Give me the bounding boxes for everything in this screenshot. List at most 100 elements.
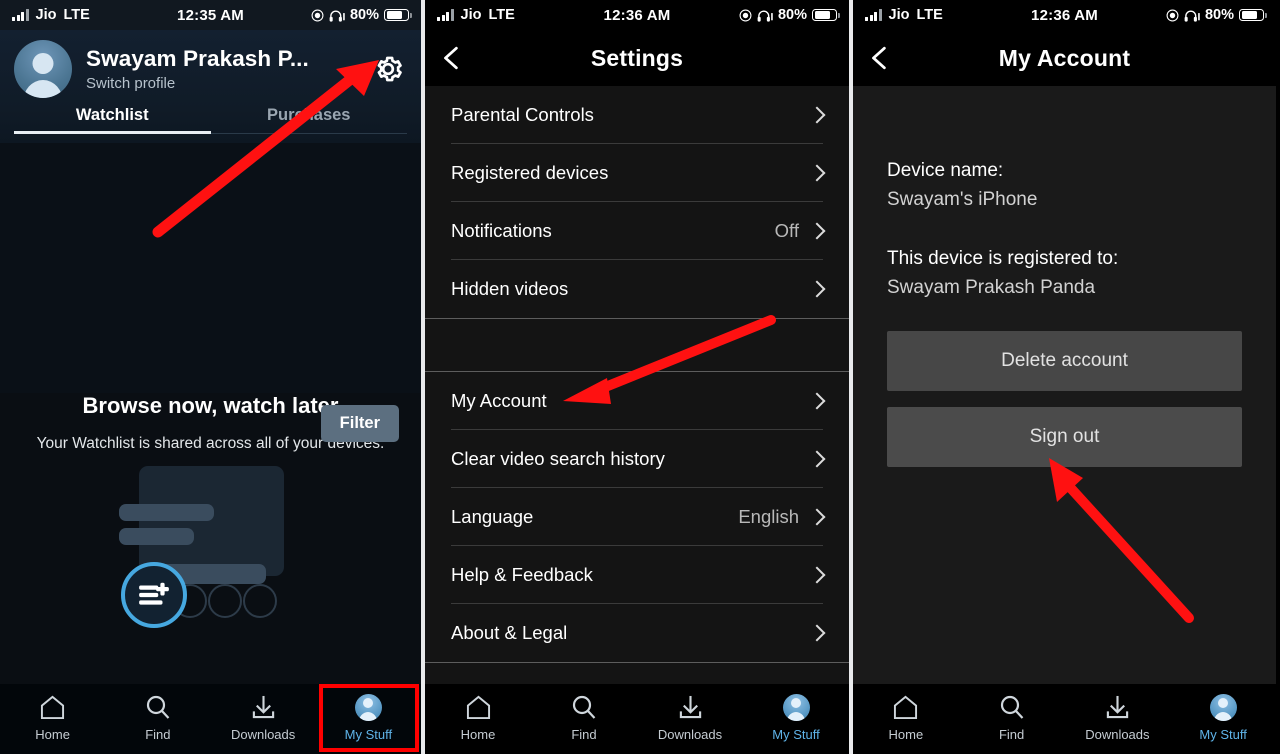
three-panel-screenshot: Jio LTE 12:35 AM 80% Swayam Prakash P...… xyxy=(0,0,1280,754)
row-label: Clear video search history xyxy=(451,447,665,469)
settings-row-my-account[interactable]: My Account xyxy=(451,372,826,430)
profile-tabs: Watchlist Purchases xyxy=(14,106,407,134)
chevron-right-icon xyxy=(808,222,826,239)
tab-label: Find xyxy=(571,727,597,742)
tab-my-stuff[interactable]: My Stuff xyxy=(743,692,849,742)
settings-navbar: Settings xyxy=(425,30,849,86)
settings-row-clear-search-history[interactable]: Clear video search history xyxy=(451,430,826,488)
settings-row-about-legal[interactable]: About & Legal xyxy=(451,604,826,662)
tab-home[interactable]: Home xyxy=(853,692,959,742)
add-to-watchlist-icon xyxy=(120,562,187,628)
settings-row-parental-controls[interactable]: Parental Controls xyxy=(451,86,826,144)
settings-gear-button[interactable] xyxy=(371,52,405,86)
profile-avatar-icon xyxy=(782,692,810,722)
bottom-tab-bar-panel1: Home Find Downloads My Stuff xyxy=(0,684,421,754)
art-line xyxy=(118,528,194,545)
tab-purchases[interactable]: Purchases xyxy=(211,106,408,134)
settings-row-registered-devices[interactable]: Registered devices xyxy=(451,144,826,202)
gear-icon xyxy=(377,56,402,82)
status-right: 80% xyxy=(739,7,840,23)
settings-row-help-feedback[interactable]: Help & Feedback xyxy=(451,546,826,604)
delete-account-button[interactable]: Delete account xyxy=(887,330,1242,391)
chevron-right-icon xyxy=(808,450,826,467)
tab-label: My Stuff xyxy=(772,727,820,742)
tab-label: My Stuff xyxy=(344,727,393,742)
chevron-right-icon xyxy=(808,164,826,181)
page-title: My Account xyxy=(998,44,1131,71)
row-label: Hidden videos xyxy=(451,278,569,299)
settings-row-notifications[interactable]: Notifications Off xyxy=(451,202,826,260)
tab-downloads[interactable]: Downloads xyxy=(637,692,743,742)
panel-my-account: Jio LTE 12:36 AM 80% My Account Device n… xyxy=(849,0,1276,754)
tab-downloads[interactable]: Downloads xyxy=(211,692,316,742)
location-icon xyxy=(1166,9,1179,21)
search-icon xyxy=(571,692,597,722)
row-label: Parental Controls xyxy=(451,103,594,125)
download-icon xyxy=(1104,692,1131,722)
headphones-icon xyxy=(1184,10,1200,22)
tab-label: Find xyxy=(998,727,1025,742)
chevron-right-icon xyxy=(808,566,826,583)
battery-icon xyxy=(384,8,412,22)
row-label: Language xyxy=(451,505,534,527)
battery-icon xyxy=(1239,8,1267,22)
chevron-right-icon xyxy=(808,280,826,298)
registered-to-label: This device is registered to: xyxy=(887,247,1119,269)
location-icon xyxy=(739,9,752,21)
download-icon xyxy=(677,692,704,722)
tab-find[interactable]: Find xyxy=(531,692,637,742)
status-right: 80% xyxy=(1166,7,1267,23)
home-icon xyxy=(892,692,919,722)
panel-settings: Jio LTE 12:36 AM 80% Settings Parental C… xyxy=(421,0,849,754)
home-icon xyxy=(465,692,492,722)
battery-percent: 80% xyxy=(349,7,379,23)
settings-group-1: Parental Controls Registered devices Not… xyxy=(425,86,849,318)
add-to-list-glyph xyxy=(138,582,169,605)
page-title: Settings xyxy=(590,44,684,71)
status-right: 80% xyxy=(311,7,412,23)
tab-label: Downloads xyxy=(657,727,723,742)
tab-my-stuff[interactable]: My Stuff xyxy=(1170,692,1276,742)
row-value: English xyxy=(738,505,799,527)
art-card xyxy=(138,466,284,576)
bottom-tab-bar-panel2: Home Find Downloads My Stuff xyxy=(425,684,849,754)
filter-button[interactable]: Filter xyxy=(320,405,399,442)
registered-to-block: This device is registered to: Swayam Pra… xyxy=(887,244,1242,303)
settings-group-separator xyxy=(425,318,849,372)
chevron-right-icon xyxy=(808,624,826,642)
tab-label: Downloads xyxy=(1085,727,1150,742)
switch-profile-link[interactable]: Switch profile xyxy=(86,75,407,92)
settings-row-language[interactable]: Language English xyxy=(451,488,826,546)
profile-text: Swayam Prakash P... Switch profile xyxy=(86,46,407,92)
tab-downloads[interactable]: Downloads xyxy=(1065,692,1171,742)
chevron-right-icon xyxy=(808,106,826,123)
home-icon xyxy=(39,692,66,722)
status-bar-panel1: Jio LTE 12:35 AM 80% xyxy=(0,0,421,30)
tab-watchlist[interactable]: Watchlist xyxy=(14,106,211,134)
row-label: My Account xyxy=(451,389,547,411)
tab-find[interactable]: Find xyxy=(959,692,1065,742)
tab-label: Downloads xyxy=(230,727,296,742)
art-line xyxy=(118,504,214,521)
art-circle xyxy=(242,584,277,618)
tab-my-stuff[interactable]: My Stuff xyxy=(316,684,421,752)
profile-row[interactable]: Swayam Prakash P... Switch profile xyxy=(14,40,407,98)
row-label: About & Legal xyxy=(451,622,568,643)
battery-icon xyxy=(812,8,840,22)
profile-avatar-icon xyxy=(1209,692,1237,722)
settings-row-hidden-videos[interactable]: Hidden videos xyxy=(451,260,826,318)
status-bar-panel2: Jio LTE 12:36 AM 80% xyxy=(425,0,849,30)
tab-find[interactable]: Find xyxy=(105,692,210,742)
tab-label: Home xyxy=(35,727,70,742)
empty-state-illustration xyxy=(0,466,421,631)
tab-active-underline xyxy=(14,131,211,134)
tab-home[interactable]: Home xyxy=(425,692,531,742)
sign-out-button[interactable]: Sign out xyxy=(887,406,1242,467)
chevron-right-icon xyxy=(808,508,826,525)
settings-group-2: My Account Clear video search history La… xyxy=(425,372,849,662)
row-label: Notifications xyxy=(451,219,552,241)
download-icon xyxy=(250,692,277,722)
profile-name: Swayam Prakash P... xyxy=(86,46,309,71)
tab-home[interactable]: Home xyxy=(0,692,105,742)
row-label: Registered devices xyxy=(451,161,609,183)
